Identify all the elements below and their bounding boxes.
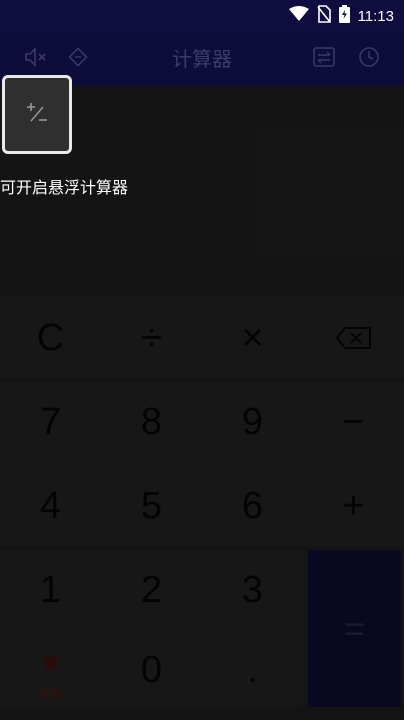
plus-minus-icon xyxy=(23,99,51,131)
speaker-mute-icon xyxy=(24,46,48,72)
status-time: 11:13 xyxy=(357,7,394,25)
rotate-screen-button[interactable] xyxy=(64,45,92,73)
switch-mode-button[interactable] xyxy=(310,45,338,73)
clock-icon xyxy=(357,45,381,73)
swap-icon xyxy=(312,46,336,72)
floating-calculator-button[interactable] xyxy=(2,75,72,154)
battery-charging-icon xyxy=(338,5,350,27)
status-icons: 11:13 xyxy=(288,5,394,27)
rotate-icon xyxy=(66,45,90,73)
mute-button[interactable] xyxy=(22,45,50,73)
wifi-icon xyxy=(288,6,309,26)
floating-calculator-hint: 可开启悬浮计算器 xyxy=(0,178,129,197)
no-sim-icon xyxy=(316,5,331,27)
status-bar: 11:13 xyxy=(0,0,404,32)
history-button[interactable] xyxy=(355,45,383,73)
